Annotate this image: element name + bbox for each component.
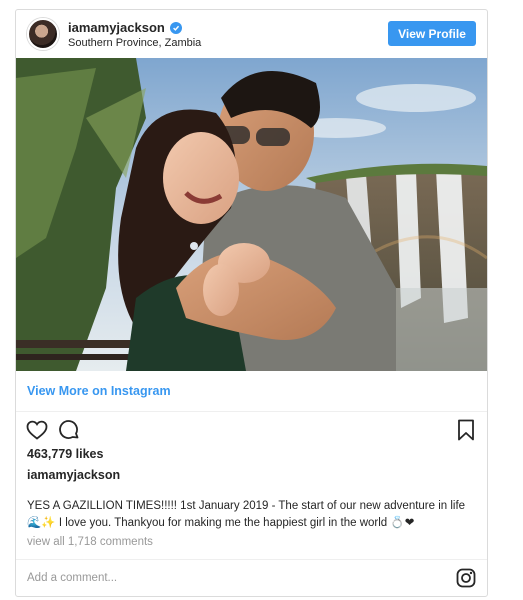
instagram-logo-icon[interactable] <box>456 568 476 588</box>
view-profile-button[interactable]: View Profile <box>388 21 476 46</box>
avatar[interactable] <box>27 18 59 50</box>
username-row: iamamyjackson <box>68 20 182 35</box>
view-more-link[interactable]: View More on Instagram <box>16 371 487 412</box>
post-header: iamamyjackson Southern Province, Zambia … <box>16 10 487 58</box>
verified-badge-icon <box>169 21 182 34</box>
instagram-embed-card: iamamyjackson Southern Province, Zambia … <box>15 9 488 597</box>
bookmark-icon[interactable] <box>454 418 478 442</box>
action-bar <box>16 412 487 446</box>
caption-text: YES A GAZILLION TIMES!!!!! 1st January 2… <box>27 500 466 529</box>
comment-icon[interactable] <box>57 418 81 442</box>
view-comments-link[interactable]: view all 1,718 comments <box>27 536 153 548</box>
username[interactable]: iamamyjackson <box>68 20 165 35</box>
like-count[interactable]: 463,779 likes <box>27 447 103 461</box>
add-comment-input[interactable]: Add a comment... <box>27 572 117 584</box>
caption-author[interactable]: iamamyjackson <box>27 468 120 482</box>
location-label[interactable]: Southern Province, Zambia <box>68 37 201 49</box>
post-photo[interactable] <box>16 58 487 371</box>
heart-icon[interactable] <box>25 418 49 442</box>
comment-footer: Add a comment... <box>16 559 487 596</box>
